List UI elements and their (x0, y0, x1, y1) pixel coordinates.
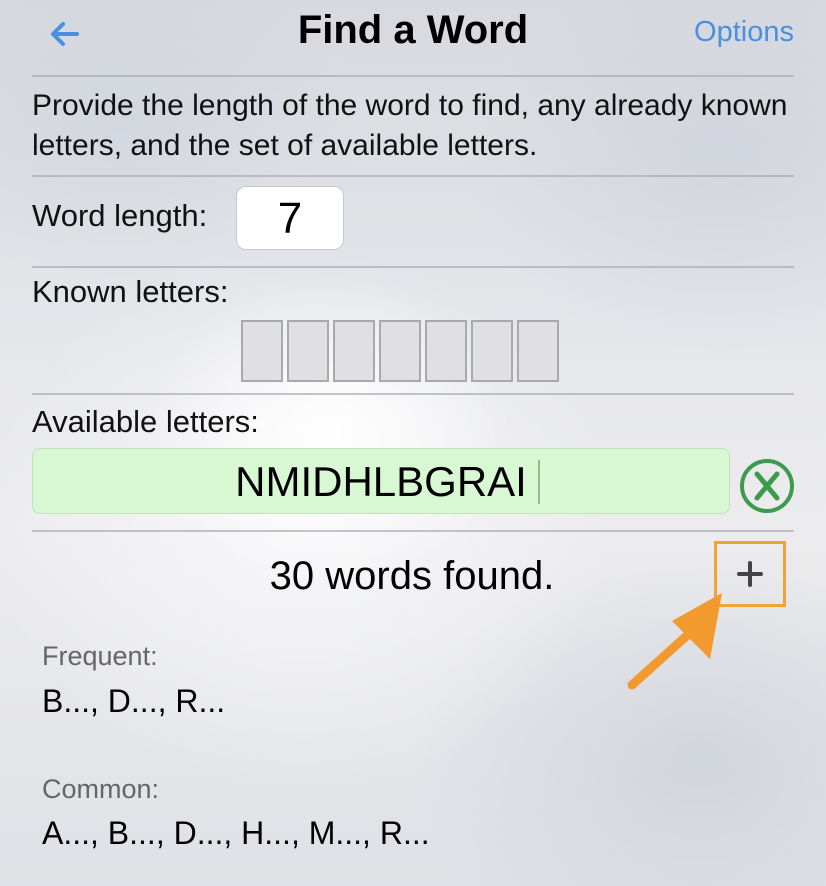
known-letter-box[interactable] (471, 320, 513, 382)
options-button[interactable]: Options (660, 16, 794, 49)
text-cursor (538, 460, 540, 504)
known-letters-boxes (241, 320, 559, 382)
divider (32, 75, 794, 77)
available-letters-field[interactable]: NMIDHLBGRAI (32, 448, 730, 514)
word-length-field[interactable]: 7 (236, 186, 344, 250)
results-count-text: 30 words found. (269, 554, 555, 598)
known-letter-box[interactable] (425, 320, 467, 382)
divider (32, 530, 794, 532)
instructions-text: Provide the length of the word to find, … (32, 89, 788, 162)
word-length-label: Word length: (32, 198, 208, 233)
arrow-left-icon (51, 22, 79, 46)
known-letter-box[interactable] (379, 320, 421, 382)
known-letter-box[interactable] (333, 320, 375, 382)
plus-icon (737, 561, 763, 587)
orange-arrow-pointer-icon (627, 593, 722, 690)
frequent-label: Frequent: (42, 641, 158, 671)
known-letter-box[interactable] (287, 320, 329, 382)
divider (32, 266, 794, 268)
divider (32, 393, 794, 395)
known-letters-label: Known letters: (32, 274, 229, 309)
clear-button[interactable] (738, 456, 796, 514)
clear-x-circle-icon (740, 459, 794, 513)
divider (32, 175, 794, 177)
common-label: Common: (42, 774, 160, 804)
frequent-words[interactable]: B..., D..., R... (42, 683, 225, 720)
common-words[interactable]: A..., B..., D..., H..., M..., R... (42, 815, 430, 852)
available-letters-label: Available letters: (32, 404, 259, 439)
back-button[interactable] (44, 14, 84, 54)
known-letter-box[interactable] (241, 320, 283, 382)
known-letter-box[interactable] (517, 320, 559, 382)
